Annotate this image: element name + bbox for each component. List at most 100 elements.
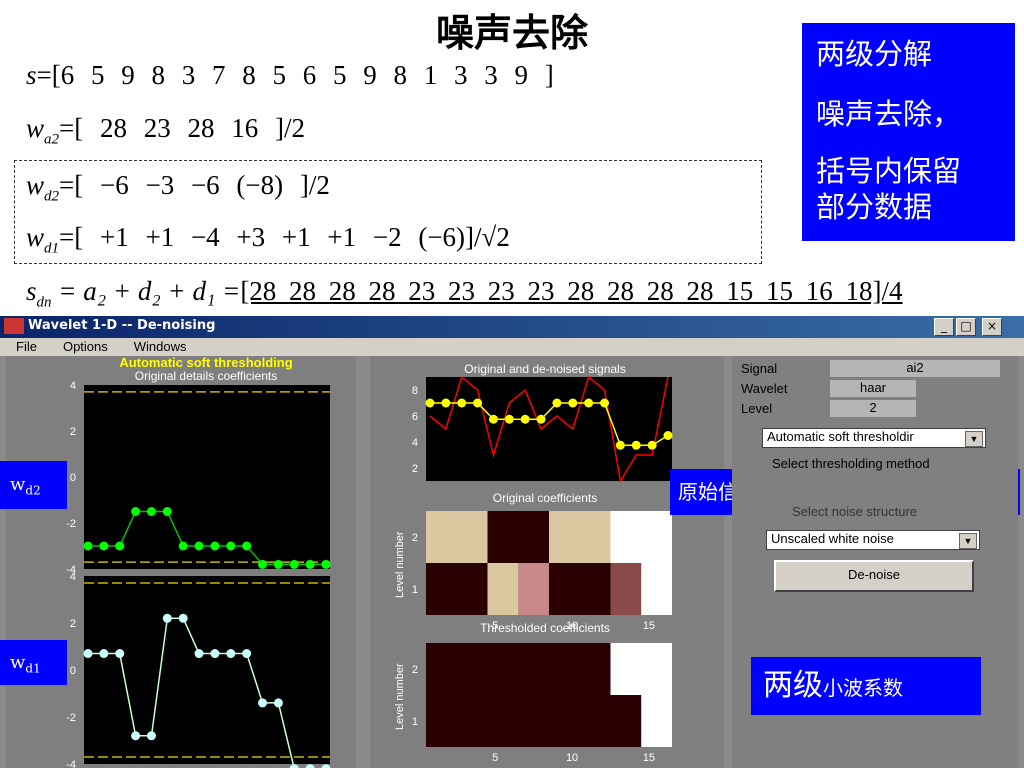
data-point bbox=[488, 414, 498, 424]
y-tick-label: 4 bbox=[412, 437, 418, 449]
eq-s-symbol: s bbox=[26, 60, 37, 90]
wd2-symbol: w bbox=[10, 474, 26, 495]
level-label: Level bbox=[741, 401, 773, 416]
data-point bbox=[568, 398, 578, 408]
data-point bbox=[647, 440, 657, 450]
chevron-down-icon[interactable]: ▼ bbox=[959, 533, 977, 549]
data-point bbox=[131, 731, 141, 741]
x-tick-label: 5 bbox=[492, 620, 498, 632]
signal-axes bbox=[426, 377, 672, 481]
data-point bbox=[258, 559, 268, 569]
eq-wa2-values: =[ 28 23 28 16 ]/2 bbox=[59, 113, 305, 143]
data-point bbox=[663, 431, 673, 440]
threshold-method-select[interactable]: Automatic soft thresholdir ▼ bbox=[762, 428, 986, 448]
data-point bbox=[584, 398, 594, 408]
decomposition-note: 两级分解 噪声去除， 括号内保留 部分数据 bbox=[802, 23, 1015, 241]
data-point bbox=[178, 541, 188, 551]
menu-file[interactable]: File bbox=[0, 338, 47, 354]
data-point bbox=[600, 398, 610, 408]
d1-axes bbox=[84, 576, 330, 764]
data-point bbox=[473, 398, 483, 408]
equation-wa2: wa2=[ 28 23 28 16 ]/2 bbox=[26, 113, 305, 148]
coef-cell bbox=[610, 643, 672, 695]
coef-cell bbox=[426, 511, 488, 563]
wd1-label: wd1 bbox=[0, 640, 67, 685]
callout-small: 小波系数 bbox=[823, 676, 903, 700]
data-point bbox=[441, 398, 451, 408]
data-point bbox=[425, 398, 435, 408]
data-point bbox=[258, 698, 268, 708]
eq-wd2-values: =[ −6 −3 −6 (−8) ]/2 bbox=[59, 170, 330, 200]
data-point bbox=[99, 541, 109, 551]
coef-cell bbox=[426, 643, 611, 695]
maximize-button[interactable]: □ bbox=[956, 318, 976, 336]
data-point bbox=[321, 559, 331, 569]
eq-wd1-sub: d1 bbox=[44, 240, 60, 257]
y-tick-label: 0 bbox=[70, 665, 76, 677]
y-tick-label: 2 bbox=[412, 664, 418, 676]
wd2-sub: d2 bbox=[25, 483, 41, 498]
data-point bbox=[615, 440, 625, 450]
equation-wd1: wd1=[ +1 +1 −4 +3 +1 +1 −2 (−6)]/√2 bbox=[26, 222, 510, 257]
eq-wd1-values: =[ +1 +1 −4 +3 +1 +1 −2 (−6)]/√2 bbox=[59, 222, 510, 252]
data-point bbox=[305, 764, 315, 768]
noise-caption: Select noise structure bbox=[792, 504, 918, 519]
data-point bbox=[115, 541, 125, 551]
coef-cell bbox=[426, 695, 642, 747]
signal-label: Signal bbox=[741, 361, 778, 376]
data-point bbox=[194, 649, 204, 659]
coef-cell bbox=[641, 695, 672, 747]
wavelet-label: Wavelet bbox=[741, 381, 788, 396]
data-point bbox=[210, 649, 220, 659]
data-point bbox=[242, 649, 252, 659]
data-point bbox=[162, 507, 172, 516]
thr-coef-plot: 215 10 15 bbox=[412, 643, 672, 764]
note-line-4: 部分数据 bbox=[816, 190, 933, 224]
data-point bbox=[178, 613, 188, 623]
equation-s: s=[6 5 9 8 3 7 8 5 6 5 9 8 1 3 3 9 ] bbox=[26, 60, 554, 91]
wd1-sub: d1 bbox=[25, 661, 41, 676]
y-tick-label: -2 bbox=[66, 518, 76, 530]
orig-coef-plot: 215 10 15 bbox=[412, 511, 672, 632]
minimize-button[interactable]: _ bbox=[934, 318, 954, 336]
menu-options[interactable]: Options bbox=[47, 338, 118, 354]
menu-windows[interactable]: Windows bbox=[118, 338, 197, 354]
data-point bbox=[305, 559, 315, 569]
data-point bbox=[536, 414, 546, 424]
coef-cell bbox=[610, 563, 642, 615]
y-tick-label: -4 bbox=[66, 759, 76, 768]
data-point bbox=[131, 507, 141, 516]
y-tick-label: 8 bbox=[412, 385, 418, 397]
data-point bbox=[631, 440, 641, 450]
method-caption: Select thresholding method bbox=[772, 456, 930, 471]
callout-big: 两级 bbox=[763, 668, 823, 703]
thresholding-header: Automatic soft thresholding bbox=[119, 355, 293, 370]
x-tick-label: 10 bbox=[566, 752, 578, 764]
equation-sdn: sdn = a₂ + d₂ + d₁ =[28 28 28 28 23 23 2… bbox=[26, 276, 903, 311]
data-point bbox=[146, 731, 156, 741]
eq-wd2-sub: d2 bbox=[44, 188, 60, 205]
details-axes: 420-2-4 420-2-451015 bbox=[66, 380, 331, 768]
eq-wd1-symbol: w bbox=[26, 222, 45, 252]
wd2-label: wd2 bbox=[0, 461, 67, 509]
data-point bbox=[194, 541, 204, 551]
matlab-logo-icon bbox=[4, 318, 24, 334]
data-point bbox=[226, 541, 236, 551]
x-tick-label: 15 bbox=[643, 752, 655, 764]
chevron-down-icon[interactable]: ▼ bbox=[965, 431, 983, 447]
data-point bbox=[457, 398, 467, 408]
data-point bbox=[273, 698, 283, 708]
wavelet-field: haar bbox=[830, 380, 916, 397]
y-tick-label: 4 bbox=[70, 571, 76, 583]
data-point bbox=[226, 649, 236, 659]
wd1-symbol: w bbox=[10, 652, 26, 673]
close-button[interactable]: × bbox=[982, 318, 1002, 336]
eq-s-values: =[6 5 9 8 3 7 8 5 6 5 9 8 1 3 3 9 ] bbox=[36, 60, 554, 90]
data-point bbox=[210, 541, 220, 551]
eq-wd2-symbol: w bbox=[26, 170, 45, 200]
data-point bbox=[504, 414, 514, 424]
note-line-3: 括号内保留 bbox=[816, 154, 962, 188]
noise-structure-select[interactable]: Unscaled white noise ▼ bbox=[766, 530, 980, 550]
denoise-button[interactable]: De-noise bbox=[774, 560, 974, 592]
y-tick-label: 2 bbox=[412, 463, 418, 475]
